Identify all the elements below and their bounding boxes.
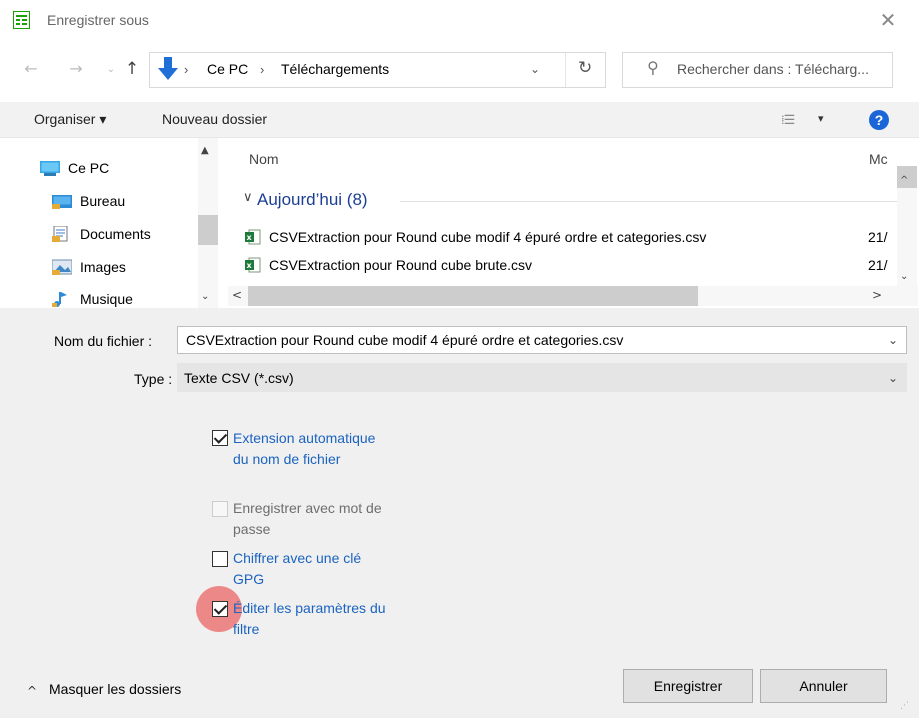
filename-label: Nom du fichier : [54, 333, 153, 349]
edit-filter-settings-label[interactable]: Éditer les paramètres du filtre [233, 598, 393, 640]
help-icon[interactable]: ? [869, 110, 889, 130]
csv-file-icon: x [245, 257, 261, 273]
organize-button[interactable]: Organiser ▾ [34, 111, 106, 128]
sidebar-item-ce-pc[interactable]: Ce PC [40, 155, 109, 181]
close-icon[interactable]: ✕ [876, 9, 900, 33]
documents-folder-icon [52, 226, 68, 242]
scroll-up-icon[interactable]: ▲ [201, 145, 209, 156]
sidebar-item-label: Documents [80, 226, 151, 242]
gpg-encrypt-label[interactable]: Chiffrer avec une clé GPG [233, 548, 393, 590]
file-date: 21/ [868, 229, 888, 245]
gpg-encrypt-checkbox[interactable] [212, 551, 228, 567]
column-header-modified[interactable]: Mc [869, 151, 888, 167]
address-divider [565, 53, 566, 87]
calc-app-icon [13, 11, 30, 29]
breadcrumb-ce-pc[interactable]: Ce PC [207, 61, 248, 77]
svg-text:x: x [247, 233, 253, 242]
search-icon: ⚲ [647, 58, 659, 77]
desktop-folder-icon [52, 195, 72, 209]
file-type-label: Type : [134, 371, 173, 387]
view-dropdown-icon[interactable]: ▾ [818, 112, 824, 125]
file-type-value[interactable]: Texte CSV (*.csv) [184, 370, 294, 386]
file-row[interactable]: x CSVExtraction pour Round cube brute.cs… [245, 254, 885, 276]
scroll-down-icon[interactable]: ⌄ [900, 271, 908, 282]
breadcrumb-telechargements[interactable]: Téléchargements [281, 61, 389, 77]
sidebar-item-label: Ce PC [68, 160, 110, 176]
scroll-up-icon[interactable]: ^ [900, 175, 908, 186]
auto-extension-label[interactable]: Extension automatique du nom de fichier [233, 428, 393, 470]
sidebar-item-images[interactable]: Images [52, 254, 126, 280]
refresh-icon[interactable]: ↻ [578, 58, 592, 78]
scroll-left-icon[interactable]: < [232, 288, 242, 302]
search-placeholder: Rechercher dans : Télécharg... [677, 61, 869, 77]
file-date: 21/ [868, 257, 888, 273]
auto-extension-checkbox[interactable] [212, 430, 228, 446]
hide-folders-button[interactable]: Masquer les dossiers [49, 681, 181, 697]
save-with-password-label: Enregistrer avec mot de passe [233, 500, 382, 537]
view-options-icon[interactable]: ⁞☰ [781, 112, 795, 128]
back-button[interactable]: ← [20, 58, 42, 80]
breadcrumb-separator-icon[interactable]: › [260, 62, 264, 77]
edit-filter-settings-checkbox[interactable] [212, 601, 228, 617]
forward-button[interactable]: → [65, 58, 87, 80]
scroll-thumb[interactable] [198, 215, 218, 245]
sidebar-item-label: Musique [80, 291, 133, 307]
sidebar-item-label: Bureau [80, 193, 126, 209]
filename-value[interactable]: CSVExtraction pour Round cube modif 4 ép… [186, 332, 623, 348]
cancel-button[interactable]: Annuler [760, 669, 887, 703]
downloads-arrow-icon [158, 57, 178, 80]
column-header-name[interactable]: Nom [249, 151, 279, 167]
computer-icon [40, 161, 60, 176]
group-collapse-chevron-icon[interactable]: ∨ [243, 190, 253, 205]
group-divider [400, 201, 905, 202]
sidebar-item-bureau[interactable]: Bureau [52, 188, 125, 214]
pictures-folder-icon [52, 259, 72, 275]
save-with-password-checkbox [212, 501, 228, 517]
file-type-dropdown-icon[interactable]: ⌄ [888, 371, 898, 385]
window-title: Enregistrer sous [47, 12, 149, 28]
file-name: CSVExtraction pour Round cube brute.csv [269, 257, 533, 273]
new-folder-button[interactable]: Nouveau dossier [162, 111, 267, 127]
resize-grip-icon[interactable]: ⋰ [900, 701, 909, 711]
up-folder-button[interactable]: ↑ [121, 58, 143, 80]
address-dropdown-icon[interactable]: ⌄ [530, 62, 540, 76]
filename-dropdown-icon[interactable]: ⌄ [888, 333, 898, 347]
recent-locations-chevron-icon[interactable]: ⌄ [100, 59, 122, 81]
sidebar-item-documents[interactable]: Documents [52, 221, 151, 247]
breadcrumb-separator-icon: › [184, 62, 189, 77]
file-name: CSVExtraction pour Round cube modif 4 ép… [269, 229, 707, 245]
csv-file-icon: x [245, 229, 261, 245]
svg-text:x: x [247, 261, 253, 270]
sidebar-item-label: Images [80, 259, 126, 275]
scroll-thumb[interactable] [248, 286, 698, 306]
music-folder-icon [52, 292, 67, 307]
scroll-right-icon[interactable]: > [872, 288, 882, 302]
file-list-pane [222, 138, 919, 308]
scroll-down-icon[interactable]: ⌄ [201, 291, 209, 302]
group-header-today[interactable]: Aujourd’hui (8) [257, 190, 368, 210]
save-button[interactable]: Enregistrer [623, 669, 753, 703]
chevron-up-icon[interactable]: ^ [27, 684, 37, 698]
file-row[interactable]: x CSVExtraction pour Round cube modif 4 … [245, 226, 885, 248]
